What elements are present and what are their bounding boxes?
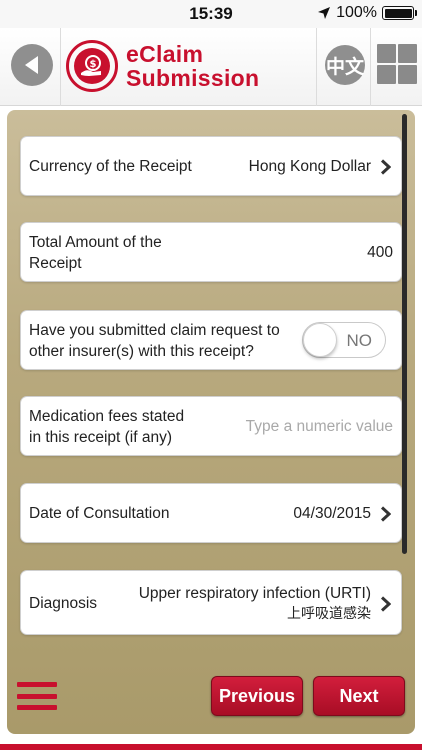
total-amount-value: 400	[367, 244, 393, 261]
battery-percent: 100%	[336, 4, 377, 21]
medication-fees-label: Medication fees stated in this receipt (…	[29, 406, 184, 448]
total-amount-label-line1: Total Amount of the	[29, 234, 162, 251]
scrollbar[interactable]	[402, 114, 407, 554]
chevron-right-icon	[380, 506, 391, 522]
menu-icon-bar	[17, 682, 57, 687]
location-arrow-icon	[318, 7, 331, 19]
header-divider	[370, 28, 371, 106]
back-arrow-icon	[25, 56, 38, 74]
header-divider	[316, 28, 317, 106]
currency-value: Hong Kong Dollar	[248, 158, 371, 175]
menu-icon-bar	[17, 705, 57, 710]
app-header: $ eClaim Submission 中文	[0, 28, 422, 106]
grid-menu-button[interactable]	[377, 44, 417, 84]
hamburger-menu-button[interactable]	[17, 682, 57, 710]
other-insurer-label-line1: Have you submitted claim request to	[29, 322, 280, 339]
hand-dollar-icon: $	[81, 55, 101, 76]
grid-icon-cell	[398, 44, 417, 63]
total-amount-row[interactable]: Total Amount of the Receipt 400	[20, 222, 402, 282]
other-insurer-label-line2: other insurer(s) with this receipt?	[29, 343, 254, 360]
previous-button[interactable]: Previous	[211, 676, 303, 716]
grid-icon-cell	[398, 65, 417, 84]
brand-logo: $	[66, 40, 118, 92]
medication-fees-input[interactable]: Type a numeric value	[246, 416, 393, 437]
other-insurer-toggle[interactable]: NO	[302, 322, 386, 358]
status-bar: 15:39 100%	[0, 0, 422, 28]
next-button[interactable]: Next	[313, 676, 405, 716]
diagnosis-value-zh: 上呼吸道感染	[287, 606, 371, 622]
consultation-date-value: 04/30/2015	[293, 505, 371, 522]
medication-fees-label-line1: Medication fees stated	[29, 408, 185, 425]
toggle-knob	[303, 323, 337, 357]
diagnosis-row[interactable]: Diagnosis Upper respiratory infection (U…	[20, 570, 402, 635]
currency-row[interactable]: Currency of the Receipt Hong Kong Dollar	[20, 136, 402, 196]
grid-icon-cell	[377, 44, 396, 63]
diagnosis-value-en: Upper respiratory infection (URTI)	[138, 585, 371, 602]
chevron-right-icon	[380, 596, 391, 612]
medication-fees-row[interactable]: Medication fees stated in this receipt (…	[20, 396, 402, 456]
consultation-date-label: Date of Consultation	[29, 505, 170, 522]
back-button[interactable]	[11, 44, 53, 86]
battery-icon	[382, 6, 417, 20]
total-amount-label: Total Amount of the Receipt	[29, 232, 162, 274]
diagnosis-label: Diagnosis	[29, 595, 98, 612]
other-insurer-row: Have you submitted claim request to othe…	[20, 310, 402, 370]
diagnosis-value: Upper respiratory infection (URTI) 上呼吸道感…	[139, 583, 371, 625]
status-indicators: 100%	[317, 4, 417, 22]
header-divider	[60, 28, 61, 106]
page-title-line2: Submission	[126, 65, 260, 91]
footer-accent-line	[0, 744, 422, 750]
language-toggle-button[interactable]: 中文	[325, 45, 365, 85]
chevron-right-icon	[380, 159, 391, 175]
other-insurer-label: Have you submitted claim request to othe…	[29, 320, 280, 362]
grid-icon-cell	[377, 65, 396, 84]
svg-text:$: $	[90, 59, 97, 70]
menu-icon-bar	[17, 693, 57, 699]
page-title-line1: eClaim	[126, 41, 204, 67]
consultation-date-row[interactable]: Date of Consultation 04/30/2015	[20, 483, 402, 543]
medication-fees-label-line2: in this receipt (if any)	[29, 429, 172, 446]
currency-label: Currency of the Receipt	[29, 158, 192, 175]
toggle-state-label: NO	[346, 331, 373, 350]
total-amount-label-line2: Receipt	[29, 255, 82, 272]
page-title: eClaim Submission	[126, 42, 259, 90]
